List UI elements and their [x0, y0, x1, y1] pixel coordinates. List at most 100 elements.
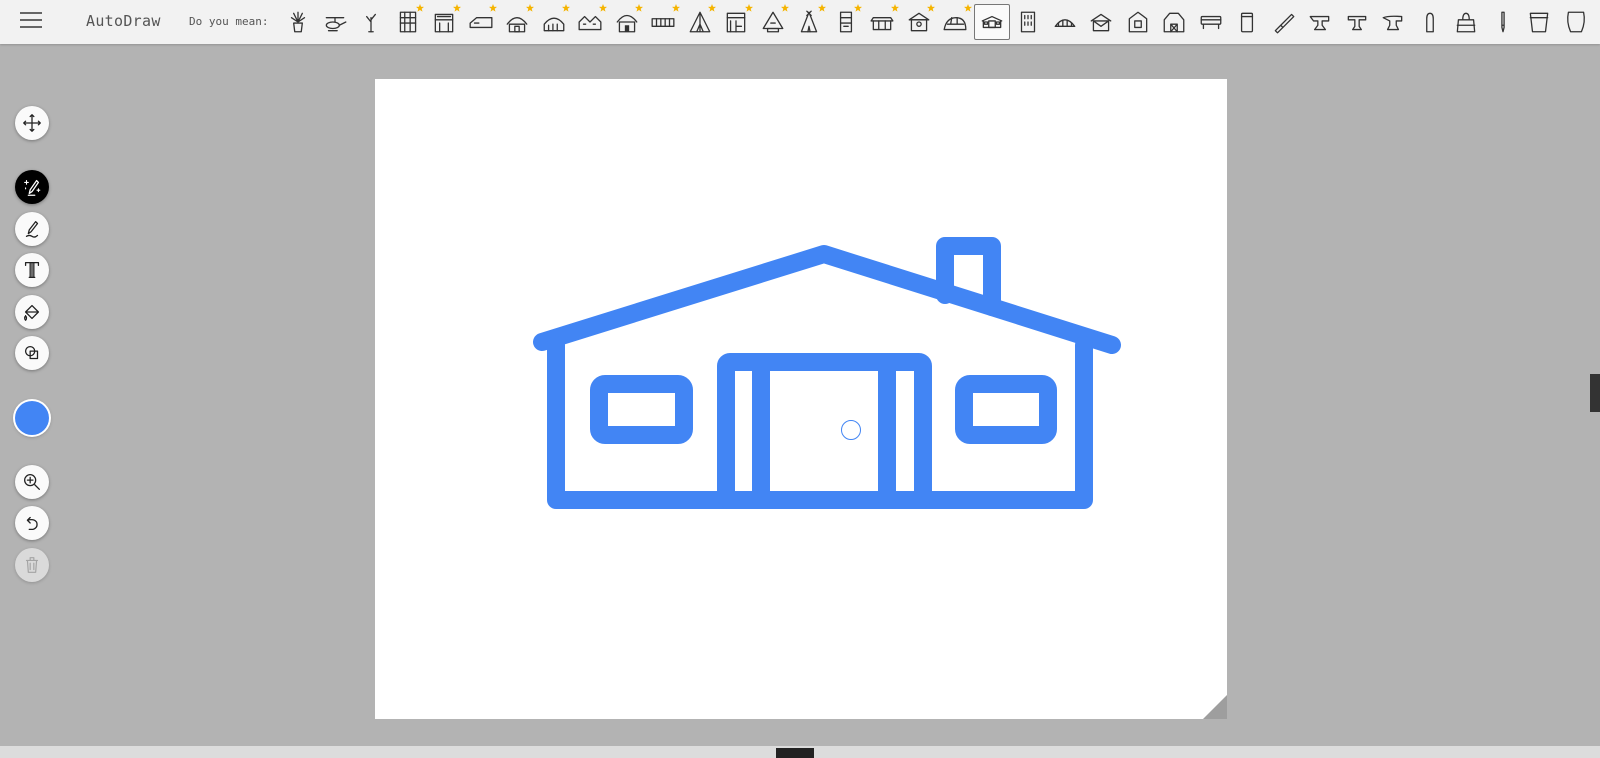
suggestion-paper-cup[interactable] [1558, 4, 1595, 40]
suggestion-storefront[interactable] [426, 4, 463, 40]
fence-icon [651, 18, 675, 27]
autodraw-tool[interactable] [15, 170, 49, 204]
suggestion-row-houses[interactable] [572, 4, 609, 40]
suggestion-dome-house[interactable] [1047, 4, 1084, 40]
tall-building-icon [1021, 11, 1036, 33]
suggestion-stable[interactable] [864, 4, 901, 40]
igloo-icon [943, 17, 967, 31]
brush-icon [1274, 13, 1295, 34]
suggestion-helicopter[interactable] [317, 4, 354, 40]
quonset-hut-icon [543, 17, 565, 32]
type-tool[interactable] [15, 253, 49, 287]
delete-button [15, 548, 49, 582]
left-window [590, 375, 693, 444]
bottom-panel-handle[interactable] [776, 748, 814, 758]
suggestion-trash-bin[interactable] [1229, 4, 1266, 40]
stable-icon [870, 17, 894, 31]
drawing-canvas[interactable] [375, 79, 1227, 719]
building-grid-icon [399, 11, 416, 33]
suggestion-barn[interactable] [1156, 4, 1193, 40]
tower-icon [839, 11, 852, 33]
barn-icon [1163, 12, 1185, 33]
move-icon [23, 114, 41, 132]
pyramid-house-icon [762, 11, 784, 33]
teepee-icon [801, 10, 818, 33]
zoom-tool[interactable] [15, 465, 49, 499]
zoom-in-icon [24, 474, 40, 490]
shapes-icon [24, 345, 39, 360]
suggestions-label: Do you mean: [189, 15, 269, 28]
pencil-thin-icon [1501, 11, 1505, 33]
house-window-icon [1128, 11, 1148, 33]
suggestion-potted-plant[interactable] [280, 4, 317, 40]
suggestions-list [280, 4, 1594, 40]
suggestion-tall-building[interactable] [1010, 4, 1047, 40]
suggestion-hut[interactable] [499, 4, 536, 40]
trash-icon [25, 557, 39, 573]
text-icon [24, 262, 40, 278]
suggestion-teepee[interactable] [791, 4, 828, 40]
draw-tool[interactable] [15, 212, 49, 246]
suggestion-bench[interactable] [1193, 4, 1230, 40]
suggestion-igloo[interactable] [937, 4, 974, 40]
suggestion-shop[interactable] [718, 4, 755, 40]
color-picker[interactable] [15, 401, 49, 435]
anvil-icon [1309, 15, 1330, 31]
shop-icon [726, 12, 746, 33]
canvas-resize-handle[interactable] [1203, 695, 1227, 719]
top-bar: AutoDraw Do you mean: [0, 0, 1600, 44]
suggestion-envelope[interactable] [1083, 4, 1120, 40]
suggestion-anvil-heavy[interactable] [1375, 4, 1412, 40]
suggestion-pencil-thin[interactable] [1485, 4, 1522, 40]
suggestion-thumb[interactable] [1412, 4, 1449, 40]
vertical-scrollbar-thumb[interactable] [1590, 374, 1600, 412]
cottage-icon [616, 14, 638, 33]
suggestion-fence[interactable] [645, 4, 682, 40]
suggestion-pavilion[interactable] [901, 4, 938, 40]
row-houses-icon [578, 15, 602, 31]
potted-plant-icon [291, 11, 306, 33]
helicopter-icon [325, 17, 347, 32]
suggestion-t-anvil[interactable] [1339, 4, 1376, 40]
suggestion-bucket[interactable] [1521, 4, 1558, 40]
suggestion-long-house[interactable] [463, 4, 500, 40]
suggestion-anvil[interactable] [1302, 4, 1339, 40]
bucket-icon [1529, 12, 1549, 33]
hut-icon [506, 17, 528, 33]
app-title: AutoDraw [86, 12, 161, 30]
roof-line [533, 245, 1121, 354]
t-anvil-icon [1347, 15, 1367, 31]
shape-tool[interactable] [15, 336, 49, 370]
suggestion-tower[interactable] [828, 4, 865, 40]
bench-icon [1200, 15, 1222, 30]
paper-cup-icon [1566, 11, 1585, 33]
undo-icon [26, 516, 38, 531]
suggestion-pyramid-house[interactable] [755, 4, 792, 40]
suggestion-quonset-hut[interactable] [536, 4, 573, 40]
anvil-heavy-icon [1382, 15, 1403, 31]
suggestion-tent[interactable] [682, 4, 719, 40]
suggestion-handbag[interactable] [1448, 4, 1485, 40]
plant-sprout-icon [366, 13, 377, 33]
undo-button[interactable] [15, 506, 49, 540]
pavilion-icon [908, 12, 930, 32]
suggestion-cottage[interactable] [609, 4, 646, 40]
thumb-icon [1425, 12, 1434, 33]
paint-bucket-icon [24, 304, 40, 321]
cursor-indicator [841, 420, 861, 440]
storefront-icon [434, 13, 454, 33]
suggestion-brush[interactable] [1266, 4, 1303, 40]
suggestion-plant-sprout[interactable] [353, 4, 390, 40]
suggestion-building-grid[interactable] [390, 4, 427, 40]
hamburger-menu-icon[interactable] [20, 12, 42, 30]
suggestion-house-window[interactable] [1120, 4, 1157, 40]
dome-house-icon [1054, 19, 1076, 27]
pencil-icon [25, 221, 39, 238]
suggestion-ranch-house[interactable] [973, 4, 1010, 40]
autodraw-sparkle-pencil-icon [24, 179, 41, 196]
move-tool[interactable] [15, 106, 49, 140]
ranch-house-icon [981, 15, 1003, 29]
fill-tool[interactable] [15, 295, 49, 329]
right-window [955, 375, 1057, 444]
long-house-icon [469, 17, 493, 29]
